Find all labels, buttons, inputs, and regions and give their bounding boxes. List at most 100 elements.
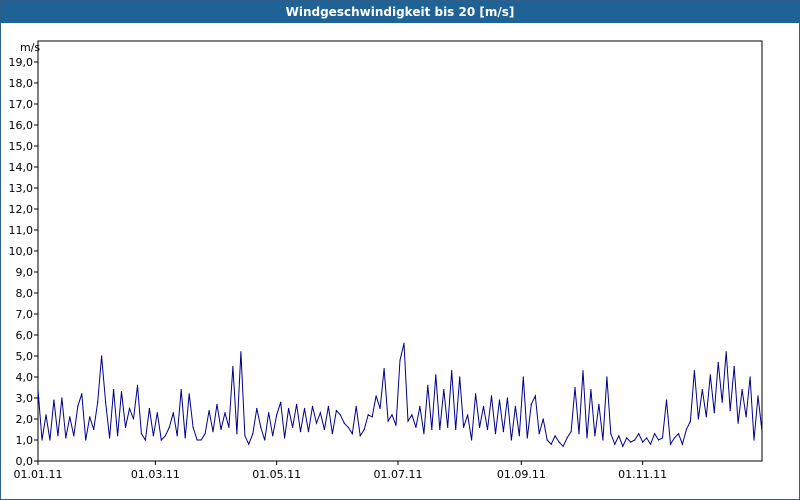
data-point xyxy=(594,435,596,437)
data-point xyxy=(152,435,154,437)
data-point xyxy=(41,439,43,441)
data-point xyxy=(455,428,457,431)
data-point xyxy=(423,433,425,435)
y-tick-label: 4,0 xyxy=(16,371,34,384)
data-point xyxy=(323,428,325,431)
data-point xyxy=(93,428,95,431)
data-point xyxy=(45,414,47,416)
y-tick-label: 10,0 xyxy=(9,245,34,258)
data-point xyxy=(757,395,759,397)
data-point xyxy=(228,426,230,428)
plot-frame xyxy=(37,40,763,462)
y-tick-label: 9,0 xyxy=(16,266,34,279)
data-point xyxy=(459,376,461,378)
y-axis-unit-label: m/s xyxy=(20,41,40,54)
data-point xyxy=(315,422,318,424)
data-point xyxy=(725,351,727,353)
data-point xyxy=(371,416,373,418)
data-point xyxy=(105,401,107,403)
data-point xyxy=(375,395,377,397)
x-tick-labels: 01.01.11 01.03.11 01.05.11 01.07.11 01.09.11… xyxy=(14,468,668,481)
data-point xyxy=(268,412,270,414)
data-point xyxy=(626,437,628,439)
data-point xyxy=(419,405,421,407)
data-point xyxy=(602,439,604,441)
data-point xyxy=(331,433,333,435)
data-point xyxy=(705,416,707,418)
data-point xyxy=(89,416,91,418)
data-point xyxy=(494,433,497,435)
data-point xyxy=(681,443,684,445)
x-tick-label: 01.11.11 xyxy=(618,468,667,481)
y-tick-label: 2,0 xyxy=(16,413,34,426)
x-tick-label: 01.09.11 xyxy=(497,468,546,481)
data-point xyxy=(546,439,548,441)
data-point xyxy=(140,433,142,435)
data-point xyxy=(753,439,755,441)
data-point xyxy=(232,365,234,368)
data-point xyxy=(252,433,254,435)
data-point xyxy=(284,437,286,439)
data-point xyxy=(586,437,588,439)
data-point xyxy=(240,351,242,353)
data-point xyxy=(383,368,385,370)
data-point xyxy=(311,405,314,407)
data-point xyxy=(256,407,258,410)
data-point xyxy=(351,433,353,435)
data-point xyxy=(443,389,445,391)
data-point xyxy=(81,393,83,395)
x-tick-label: 01.01.11 xyxy=(14,468,63,481)
data-point xyxy=(745,416,747,418)
data-point xyxy=(109,437,111,439)
data-point xyxy=(490,395,493,397)
data-point xyxy=(550,443,552,445)
y-tick-label: 11,0 xyxy=(9,224,34,237)
data-point xyxy=(280,401,282,403)
data-point xyxy=(518,435,520,437)
chart-window: Windgeschwindigkeit bis 20 [m/s] 0,0 1,0 2… xyxy=(0,0,800,500)
data-point xyxy=(502,431,504,433)
data-point xyxy=(399,359,401,361)
line-chart: 0,0 1,0 2,0 3,0 4,0 5,0 6,0 7,0 8,0 9,0 10,0 11,0 12… xyxy=(9,40,763,481)
data-point xyxy=(467,414,469,416)
data-point xyxy=(303,407,306,410)
y-tick-label: 8,0 xyxy=(16,287,34,300)
data-point xyxy=(729,410,731,412)
data-point xyxy=(693,370,696,372)
data-point xyxy=(435,374,437,376)
data-point xyxy=(407,420,409,422)
data-point xyxy=(65,437,67,439)
data-point xyxy=(49,439,51,441)
data-point xyxy=(188,393,190,395)
data-point xyxy=(184,437,186,439)
data-point xyxy=(522,376,524,378)
y-tick-label: 18,0 xyxy=(9,77,34,90)
y-tick-label: 7,0 xyxy=(16,308,34,321)
data-point xyxy=(439,428,441,431)
data-point xyxy=(658,439,660,441)
data-point xyxy=(367,414,369,416)
data-point xyxy=(530,403,532,405)
data-point xyxy=(359,435,361,437)
data-point xyxy=(128,407,131,410)
data-point xyxy=(606,376,608,378)
data-point xyxy=(208,410,210,412)
data-point xyxy=(463,426,465,428)
data-point xyxy=(132,418,135,420)
data-point xyxy=(347,426,349,428)
data-point xyxy=(661,437,664,439)
data-point xyxy=(570,431,572,433)
data-point xyxy=(526,437,528,439)
data-point xyxy=(737,422,739,424)
data-point xyxy=(471,439,473,441)
data-point xyxy=(415,426,417,428)
data-point xyxy=(144,439,146,441)
data-point xyxy=(482,405,485,407)
data-point xyxy=(761,431,763,433)
data-point xyxy=(638,433,640,435)
data-point xyxy=(117,435,119,437)
y-tick-label: 1,0 xyxy=(16,434,34,447)
data-point xyxy=(204,433,206,435)
data-point xyxy=(566,437,568,439)
data-point xyxy=(200,439,202,441)
